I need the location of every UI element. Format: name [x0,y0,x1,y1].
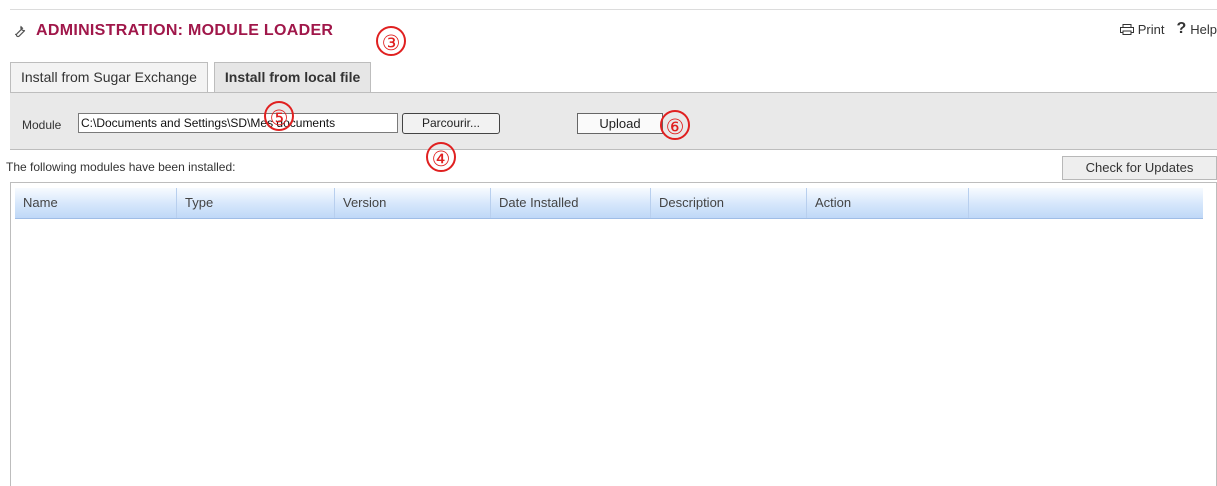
tab-local-file[interactable]: Install from local file [213,62,372,92]
help-label: Help [1190,21,1217,37]
column-header-date-installed[interactable]: Date Installed [491,188,651,218]
upload-button[interactable]: Upload [577,113,663,134]
top-actions: Print ? Help [1119,20,1217,38]
top-divider [10,9,1217,10]
print-link[interactable]: Print [1119,20,1165,38]
tab-sugar-exchange[interactable]: Install from Sugar Exchange [10,62,208,92]
annotation-marker-6: ⑥ [660,110,690,140]
column-header-action[interactable]: Action [807,188,969,218]
question-icon: ? [1176,20,1187,37]
installed-message: The following modules have been installe… [6,160,236,174]
upload-toolbar: Module C:\Documents and Settings\SD\Mes … [10,92,1217,150]
column-header-description[interactable]: Description [651,188,807,218]
wrench-icon [14,25,26,38]
column-header-version[interactable]: Version [335,188,491,218]
browse-button[interactable]: Parcourir... [402,113,500,134]
annotation-marker-3: ③ [376,26,406,56]
annotation-marker-5: ⑤ [264,101,294,131]
module-file-input[interactable]: C:\Documents and Settings\SD\Mes documen… [78,113,398,133]
print-label: Print [1137,21,1165,37]
help-link[interactable]: ? Help [1176,20,1217,38]
check-for-updates-button[interactable]: Check for Updates [1062,156,1217,180]
column-header-empty [969,188,1203,218]
page-title: ADMINISTRATION: MODULE LOADER [36,22,334,39]
module-label: Module [22,118,62,132]
annotation-marker-4: ④ [426,142,456,172]
column-header-name[interactable]: Name [15,188,177,218]
grid-header: Name Type Version Date Installed Descrip… [15,188,1203,219]
printer-icon [1119,23,1134,35]
column-header-type[interactable]: Type [177,188,335,218]
installed-modules-grid: Name Type Version Date Installed Descrip… [10,182,1217,486]
page-header: ADMINISTRATION: MODULE LOADER [10,18,333,44]
tab-bar: Install from Sugar Exchange Install from… [10,62,377,92]
